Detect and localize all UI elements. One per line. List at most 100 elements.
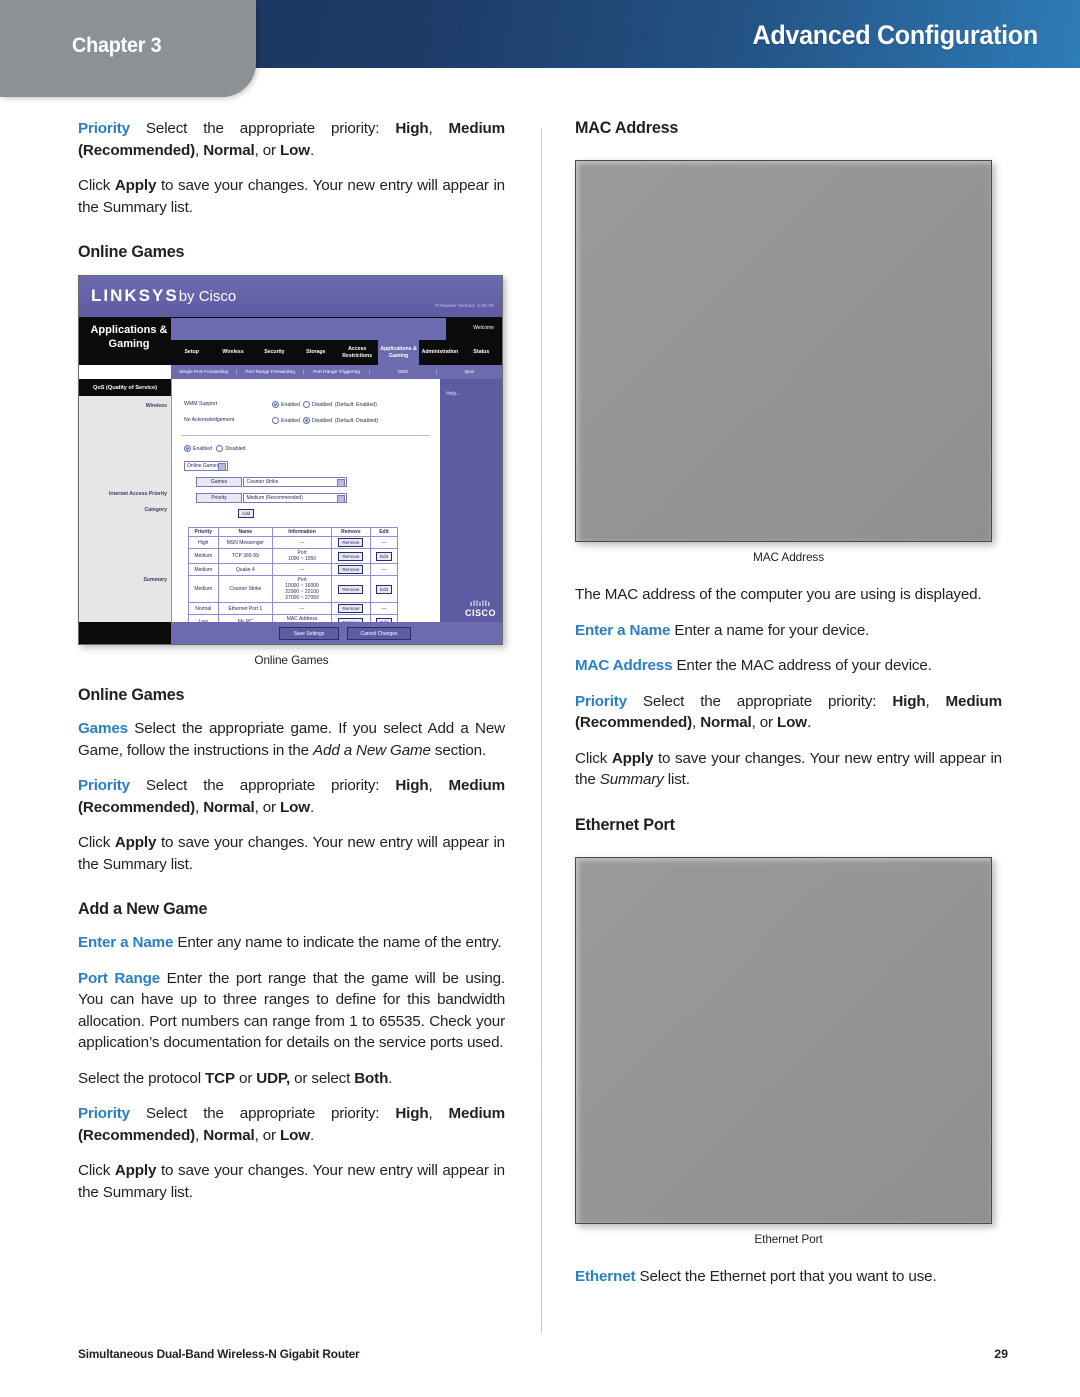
cell-edit: Edit (369, 548, 399, 564)
paragraph-protocol: Select the protocol TCP or UDP, or selec… (78, 1069, 393, 1087)
term-enter-a-name: Enter a Name (78, 934, 174, 951)
edit-button[interactable]: Edit (375, 584, 392, 594)
cell-info: --- (272, 602, 332, 615)
paragraph-enter-a-name-left: Enter a Name Enter any name to indicate … (78, 934, 502, 951)
tab-storage[interactable]: Storage (295, 349, 336, 356)
radio-noack-disabled[interactable] (302, 417, 310, 424)
paragraph-ethernet: Ethernet Select the Ethernet port that y… (575, 1267, 937, 1285)
router-admin-screenshot: LINKSYSby Cisco Firmware Version: 1.00.0… (78, 275, 503, 645)
remove-button[interactable]: Remove (338, 538, 364, 547)
chapter-label: Chapter 3 (72, 34, 162, 57)
cisco-bridge-icon: ıllıllı (470, 601, 491, 608)
no-ack-row: No Acknowledgement (184, 417, 234, 423)
radio-noack-enabled[interactable] (272, 417, 279, 424)
col-priority: Priority (188, 527, 219, 537)
tab-wireless[interactable]: Wireless (212, 349, 253, 356)
term-port-range: Port Range (78, 969, 161, 987)
category-select-wrap: Online Games (184, 461, 228, 471)
paragraph-apply-3: Click Apply to save your changes. Your n… (78, 1162, 505, 1201)
paragraph-mac-displayed: The MAC address of the computer you are … (575, 586, 982, 603)
remove-button[interactable]: Remove (338, 551, 364, 561)
cisco-logo: ıllıllı CISCO (464, 601, 496, 618)
tab-security[interactable]: Security (254, 349, 295, 356)
games-select[interactable]: Counter Strike (243, 477, 348, 487)
radio-wmm-disabled[interactable] (302, 401, 310, 408)
router-left-nav: QoS (Quality of Service) Wireless Intern… (79, 379, 171, 622)
radio-wmm-enabled[interactable] (272, 401, 279, 408)
edit-button[interactable]: Edit (375, 551, 392, 561)
save-settings-button[interactable]: Save Settings (279, 627, 339, 640)
cell-remove: Remove (330, 548, 371, 564)
term-ethernet: Ethernet (575, 1267, 636, 1285)
cell-info: Port 10000 ~ 16000 22900 ~ 22100 27000 ~… (272, 575, 332, 603)
paragraph-priority-2: Priority Select the appropriate priority… (78, 777, 506, 816)
tab-access-restrictions[interactable]: Access Restrictions (337, 346, 378, 359)
remove-button[interactable]: Remove (338, 584, 364, 594)
add-button[interactable]: Add (238, 509, 255, 518)
cell-edit: --- (369, 536, 399, 549)
tab-applications-and-gaming[interactable]: Applications & Gaming (377, 340, 420, 365)
cell-priority: Medium (188, 548, 219, 564)
router-top-strip (171, 318, 446, 340)
cell-name: Counter Strike (217, 575, 274, 603)
bold-normal: Normal (700, 714, 752, 731)
chapter-tab: Chapter 3 (0, 0, 256, 97)
table-row: High MSN Messenger --- Remove --- (188, 536, 399, 549)
cell-info: Port 1000 ~ 1050 (272, 548, 332, 564)
subtab-single-port-forwarding[interactable]: Single Port Forwarding (171, 369, 238, 375)
bold-apply: Apply (114, 834, 157, 851)
heading-online-games-1: Online Games (78, 242, 185, 261)
term-priority: Priority (78, 1105, 130, 1122)
col-name: Name (217, 527, 274, 537)
figure-caption-mac-address: MAC Address (752, 550, 825, 564)
wmm-support-label: WMM Support (184, 401, 218, 407)
radio-iap-enabled[interactable] (184, 445, 191, 452)
col-edit: Edit (369, 527, 399, 537)
tab-setup[interactable]: Setup (171, 349, 212, 356)
wmm-support-row: WMM Support (184, 401, 217, 407)
bold-high: High (395, 777, 429, 794)
subtab-port-range-forwarding[interactable]: Port Range Forwarding (237, 369, 304, 375)
cancel-changes-button[interactable]: Cancel Changes (347, 627, 411, 640)
cell-priority: Normal (188, 602, 219, 615)
radio-iap-disabled[interactable] (216, 445, 224, 452)
term-priority: Priority (78, 120, 130, 137)
tab-status[interactable]: Status (461, 349, 502, 356)
subtab-dmz[interactable]: DMZ (370, 369, 437, 375)
page-title: Advanced Configuration (752, 20, 1039, 50)
help-link[interactable]: Help... (446, 391, 460, 397)
firmware-version: Firmware Version: 1.00.00 (435, 303, 494, 308)
cell-info: --- (272, 536, 332, 549)
remove-button[interactable]: Remove (338, 604, 364, 613)
cell-remove: Remove (330, 563, 371, 576)
paragraph-apply-1: Click Apply to save your changes. Your n… (78, 177, 505, 216)
category-select[interactable]: Online Games (184, 461, 228, 471)
qos-nav-title: QoS (Quality of Service) (79, 379, 171, 396)
add-button-wrap: Add (238, 509, 255, 518)
remove-button[interactable]: Remove (338, 565, 364, 574)
label-category: Category (144, 507, 168, 513)
tab-administration[interactable]: Administration (419, 349, 460, 356)
left-column: Priority Select the appropriate priority… (78, 118, 505, 1203)
bold-low: Low (280, 798, 310, 816)
col-remove: Remove (330, 527, 371, 537)
paragraph-priority-3: Priority Select the appropriate priority… (78, 1105, 506, 1144)
welcome-badge: Welcome (448, 318, 498, 340)
priority-select[interactable]: Medium (Recommended) (243, 493, 348, 503)
bold-high: High (395, 1105, 429, 1122)
subtab-port-range-triggering[interactable]: Port Range Triggering (304, 369, 371, 375)
subtab-qos[interactable]: QoS (437, 370, 502, 375)
italic-add-a-new-game: Add a New Game (313, 741, 431, 759)
cell-remove: Remove (330, 536, 371, 549)
no-ack-label: No Acknowledgement (184, 417, 235, 423)
router-main-panel: WMM Support Enabled Disabled (Default: E… (171, 379, 440, 630)
table-row: Normal Ethernet Port 1 --- Remove --- (188, 602, 399, 615)
paragraph-enter-a-name-right: Enter a Name Enter a name for your devic… (575, 621, 870, 639)
router-subtab-bar: Single Port Forwarding Port Range Forwar… (171, 365, 502, 380)
games-field-row: Games Counter Strike (196, 477, 348, 488)
bold-low: Low (777, 714, 807, 731)
term-games: Games (78, 720, 128, 737)
